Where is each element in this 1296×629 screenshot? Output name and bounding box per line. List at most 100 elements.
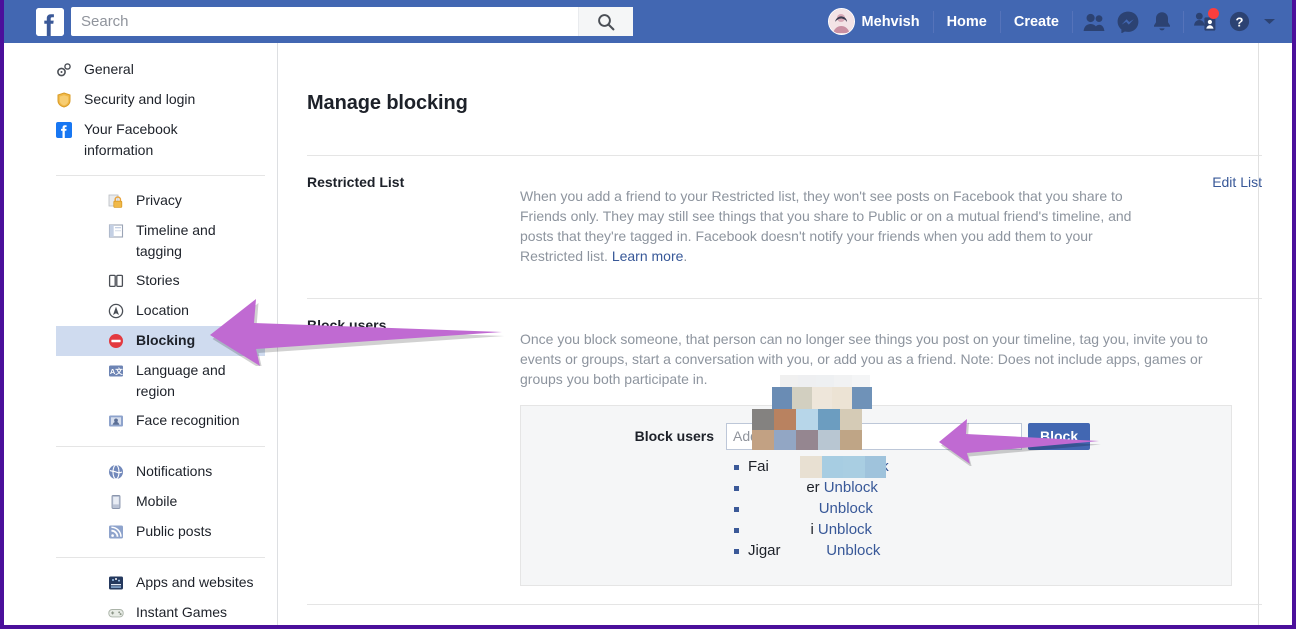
sidebar-item-your-facebook-information[interactable]: Your Facebook information — [4, 115, 277, 165]
sidebar-item-notifications[interactable]: Notifications — [56, 457, 265, 487]
unblock-link[interactable]: Unblock — [824, 479, 878, 496]
rss-feed-icon — [108, 524, 124, 540]
unblock-link[interactable]: Unblock — [826, 542, 880, 559]
blocked-user-name — [748, 500, 815, 517]
blocked-user-row: Jigar Unblock — [734, 542, 1231, 563]
sidebar-item-privacy[interactable]: Privacy — [56, 186, 265, 216]
sidebar-item-blocking[interactable]: Blocking — [56, 326, 265, 356]
sidebar-item-stories[interactable]: Stories — [56, 266, 265, 296]
nav-divider — [999, 10, 1001, 33]
sidebar-group-apps: Apps and websites Instant Games — [56, 557, 265, 625]
gamepad-icon — [108, 605, 124, 621]
right-content-divider — [1258, 43, 1259, 625]
blocked-users-list: Fai k Unblock er Unblock Unblock i Unblo… — [521, 458, 1231, 563]
sidebar-item-mobile[interactable]: Mobile — [56, 487, 265, 517]
facebook-badge-icon — [56, 122, 72, 138]
help-button[interactable]: ? — [1222, 7, 1256, 37]
search-button[interactable] — [578, 7, 633, 36]
sidebar-item-label: Apps and websites — [136, 574, 254, 590]
timeline-icon — [108, 223, 124, 239]
sidebar-item-apps-and-websites[interactable]: Apps and websites — [56, 568, 265, 598]
search-bar[interactable] — [71, 7, 633, 36]
sidebar-item-face-recognition[interactable]: Face recognition — [56, 406, 265, 436]
blocked-user-row: i Unblock — [734, 521, 1231, 542]
home-label: Home — [946, 13, 987, 30]
notifications-globe-icon — [108, 464, 124, 480]
sidebar-item-label: Security and login — [84, 91, 196, 107]
friend-requests-icon — [1083, 13, 1105, 31]
block-users-form-label: Block users — [634, 428, 714, 445]
unblock-link[interactable]: Unblock — [835, 458, 889, 475]
notifications-bell-icon — [1154, 11, 1170, 30]
sidebar-group-account: General Security and login Your Facebook… — [4, 43, 277, 175]
blocked-user-row: Fai k Unblock — [734, 458, 1231, 479]
search-input[interactable] — [71, 7, 578, 36]
unblock-link[interactable]: Unblock — [818, 521, 872, 538]
chevron-down-icon — [1263, 19, 1275, 24]
sidebar-item-label: Location — [136, 302, 189, 318]
block-button[interactable]: Block — [1028, 422, 1091, 450]
avatar — [827, 8, 855, 35]
gears-icon — [56, 62, 72, 78]
lock-icon — [108, 193, 124, 209]
section-description: Once you block someone, that person can … — [520, 330, 1208, 387]
blocked-user-name: er — [748, 478, 820, 496]
account-menu-button[interactable] — [1256, 7, 1282, 37]
blocking-stop-icon — [108, 333, 124, 349]
facebook-settings-page: Mehvish Home Create — [0, 0, 1296, 629]
sidebar-item-general[interactable]: General — [4, 55, 277, 85]
unblock-link[interactable]: Unblock — [819, 500, 873, 517]
page-body: General Security and login Your Facebook… — [4, 43, 1292, 625]
profile-nav-item[interactable]: Mehvish — [819, 7, 929, 37]
location-compass-icon — [108, 303, 124, 319]
sidebar-item-label: Your Facebook information — [84, 121, 178, 158]
blocked-user-name: Fai k — [748, 457, 831, 475]
home-nav-item[interactable]: Home — [938, 7, 996, 37]
sidebar-item-public-posts[interactable]: Public posts — [56, 517, 265, 547]
face-recognition-icon — [108, 413, 124, 429]
top-navigation-bar: Mehvish Home Create — [4, 0, 1292, 43]
block-users-panel: Block users Block Fai k Unblock — [520, 404, 1232, 586]
sidebar-item-label: Face recognition — [136, 412, 240, 428]
block-users-form-row: Block users Block — [521, 422, 1231, 450]
stories-book-icon — [108, 273, 124, 289]
sidebar-item-language-and-region[interactable]: A 文 Language and region — [56, 356, 265, 406]
section-block-users: Block users Once you block someone, that… — [307, 299, 1262, 604]
notifications-button[interactable] — [1145, 7, 1179, 37]
nav-divider — [1072, 10, 1073, 33]
language-translate-icon: A 文 — [108, 363, 124, 379]
blocked-user-row: er Unblock — [734, 479, 1231, 500]
account-shortcuts-button[interactable] — [1188, 7, 1222, 37]
messenger-icon — [1117, 11, 1139, 33]
sidebar-item-security-and-login[interactable]: Security and login — [4, 85, 277, 115]
sidebar-item-label: Language and region — [136, 362, 226, 399]
blocked-user-row: Unblock — [734, 500, 1231, 521]
sidebar-group-privacy: Privacy Timeline and tagging Stories Loc… — [56, 175, 265, 446]
facebook-f-logo[interactable] — [36, 7, 64, 36]
create-nav-item[interactable]: Create — [1005, 7, 1068, 37]
messenger-button[interactable] — [1111, 7, 1145, 37]
block-users-input[interactable] — [726, 422, 1022, 450]
learn-more-link[interactable]: Learn more — [612, 248, 684, 264]
sidebar-item-label: Privacy — [136, 192, 182, 208]
nav-divider — [932, 10, 934, 33]
section-label: Restricted List — [307, 173, 405, 190]
sidebar-item-label: Stories — [136, 272, 180, 288]
settings-sidebar: General Security and login Your Facebook… — [4, 43, 278, 625]
sidebar-item-label: Mobile — [136, 493, 178, 509]
edit-list-link[interactable]: Edit List — [1212, 174, 1262, 190]
sidebar-item-instant-games[interactable]: Instant Games — [56, 598, 265, 625]
notification-badge-dot — [1208, 7, 1219, 19]
mobile-phone-icon — [108, 494, 124, 510]
section-restricted-list: Restricted List When you add a friend to… — [307, 156, 1262, 298]
shield-icon — [56, 92, 72, 108]
create-label: Create — [1013, 13, 1059, 30]
main-content: Manage blocking Restricted List When you… — [278, 43, 1292, 625]
sidebar-item-location[interactable]: Location — [56, 296, 265, 326]
section-label: Block messages — [307, 621, 520, 625]
sidebar-group-notifications: Notifications Mobile Public posts — [56, 446, 265, 557]
top-nav-right-cluster: Mehvish Home Create ? — [819, 0, 1292, 43]
sidebar-item-timeline-and-tagging[interactable]: Timeline and tagging — [56, 216, 265, 266]
sidebar-item-label: Instant Games — [136, 604, 228, 620]
friend-requests-button[interactable] — [1077, 7, 1111, 37]
